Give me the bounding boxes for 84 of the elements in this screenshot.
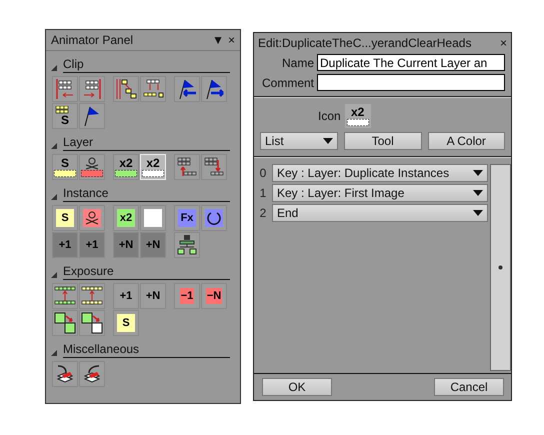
step-index: 0 [258, 166, 268, 180]
caret-icon [323, 138, 333, 144]
tool-button[interactable]: +1 [79, 232, 105, 258]
tool-button[interactable]: x2 [140, 154, 166, 180]
frames-down-arrow-icon [203, 156, 225, 178]
tool-button[interactable] [52, 76, 78, 102]
tool-text: x2 [146, 157, 160, 170]
step-index: 2 [258, 206, 268, 220]
tool-text: S [60, 114, 69, 126]
icon-button[interactable]: x2 [344, 104, 371, 128]
tool-button[interactable]: +1 [113, 283, 139, 309]
section-title: Layer [63, 135, 230, 151]
tool-text: +N [118, 238, 134, 253]
tool-button[interactable]: x2 [113, 154, 139, 180]
tool-button[interactable]: S [52, 205, 78, 231]
tool-button[interactable]: −1 [174, 283, 200, 309]
frames-move-icon [115, 78, 137, 100]
tool-button[interactable]: Fx [174, 205, 200, 231]
tool-button[interactable]: S [52, 103, 78, 129]
cancel-button[interactable]: Cancel [434, 378, 504, 396]
step-dropdown[interactable]: End [272, 204, 488, 222]
tool-text: +1 [118, 289, 134, 304]
comment-label: Comment [260, 76, 314, 90]
tool-button[interactable]: −N [201, 283, 227, 309]
tool-button[interactable]: Tool [344, 132, 422, 150]
tool-button[interactable]: +1 [52, 232, 78, 258]
caret-icon [473, 210, 483, 216]
section-title: Miscellaneous [63, 342, 230, 358]
tool-button[interactable] [174, 232, 200, 258]
tool-button[interactable] [79, 205, 105, 231]
tool-text: +1 [58, 238, 72, 253]
ok-button[interactable]: OK [262, 378, 332, 396]
tool-button[interactable]: x2 [113, 205, 139, 231]
tool-button[interactable] [79, 154, 105, 180]
tool-text: −1 [180, 288, 194, 304]
panel-title: Animator Panel [51, 33, 134, 47]
close-button[interactable]: × [500, 36, 507, 50]
tool-button[interactable] [113, 76, 139, 102]
step-dropdown[interactable]: Key : Layer: Duplicate Instances [272, 164, 488, 182]
tool-text: −N [206, 288, 222, 304]
tool-text: +N [144, 289, 162, 304]
grip-icon [498, 265, 503, 270]
tool-text: +1 [84, 238, 100, 253]
section-title: Exposure [63, 264, 230, 280]
tool-text: S [117, 314, 135, 332]
tool-text: x2 [117, 209, 135, 227]
name-field[interactable]: Duplicate The Current Layer an [317, 54, 505, 71]
tool-text: S [60, 157, 69, 170]
color-button[interactable]: A Color [428, 132, 505, 150]
frames-left-arrow-icon [54, 78, 76, 100]
tool-text: x2 [119, 157, 133, 170]
name-label: Name [280, 56, 314, 70]
dialog-title: Edit:DuplicateTheC...yerandClearHeads [258, 36, 472, 50]
tool-button[interactable]: S [113, 310, 139, 336]
tool-button[interactable] [79, 76, 105, 102]
section-title: Clip [63, 57, 230, 73]
frames-down-arrow-icon [142, 78, 164, 100]
icon-label: Icon [318, 109, 341, 123]
frames-up-arrow-icon [176, 156, 198, 178]
caret-icon [473, 170, 483, 176]
scrollbar[interactable] [490, 164, 511, 371]
step-dropdown[interactable]: Key : Layer: First Image [272, 184, 488, 202]
tool-text: Fx [178, 209, 196, 227]
tool-text: +N [144, 238, 162, 253]
tool-button[interactable] [79, 361, 105, 387]
tool-button[interactable]: +N [113, 232, 139, 258]
tool-button[interactable]: +N [140, 232, 166, 258]
tool-text: x2 [351, 106, 364, 119]
close-button[interactable]: × [228, 33, 235, 47]
skull-icon [85, 157, 99, 170]
tree-icon [176, 234, 198, 256]
caret-icon [473, 190, 483, 196]
step-index: 1 [258, 186, 268, 200]
list-dropdown[interactable]: List [260, 132, 338, 150]
tool-button[interactable] [140, 76, 166, 102]
frames-right-arrow-icon [81, 78, 103, 100]
tool-text: S [56, 209, 74, 227]
tool-button[interactable] [52, 361, 78, 387]
tool-button[interactable]: S [52, 154, 78, 180]
tool-button[interactable]: +N [140, 283, 166, 309]
menu-button[interactable]: ▼ [212, 33, 224, 47]
comment-field[interactable] [317, 74, 505, 91]
tool-button[interactable] [201, 205, 227, 231]
section-title: Instance [63, 186, 230, 202]
